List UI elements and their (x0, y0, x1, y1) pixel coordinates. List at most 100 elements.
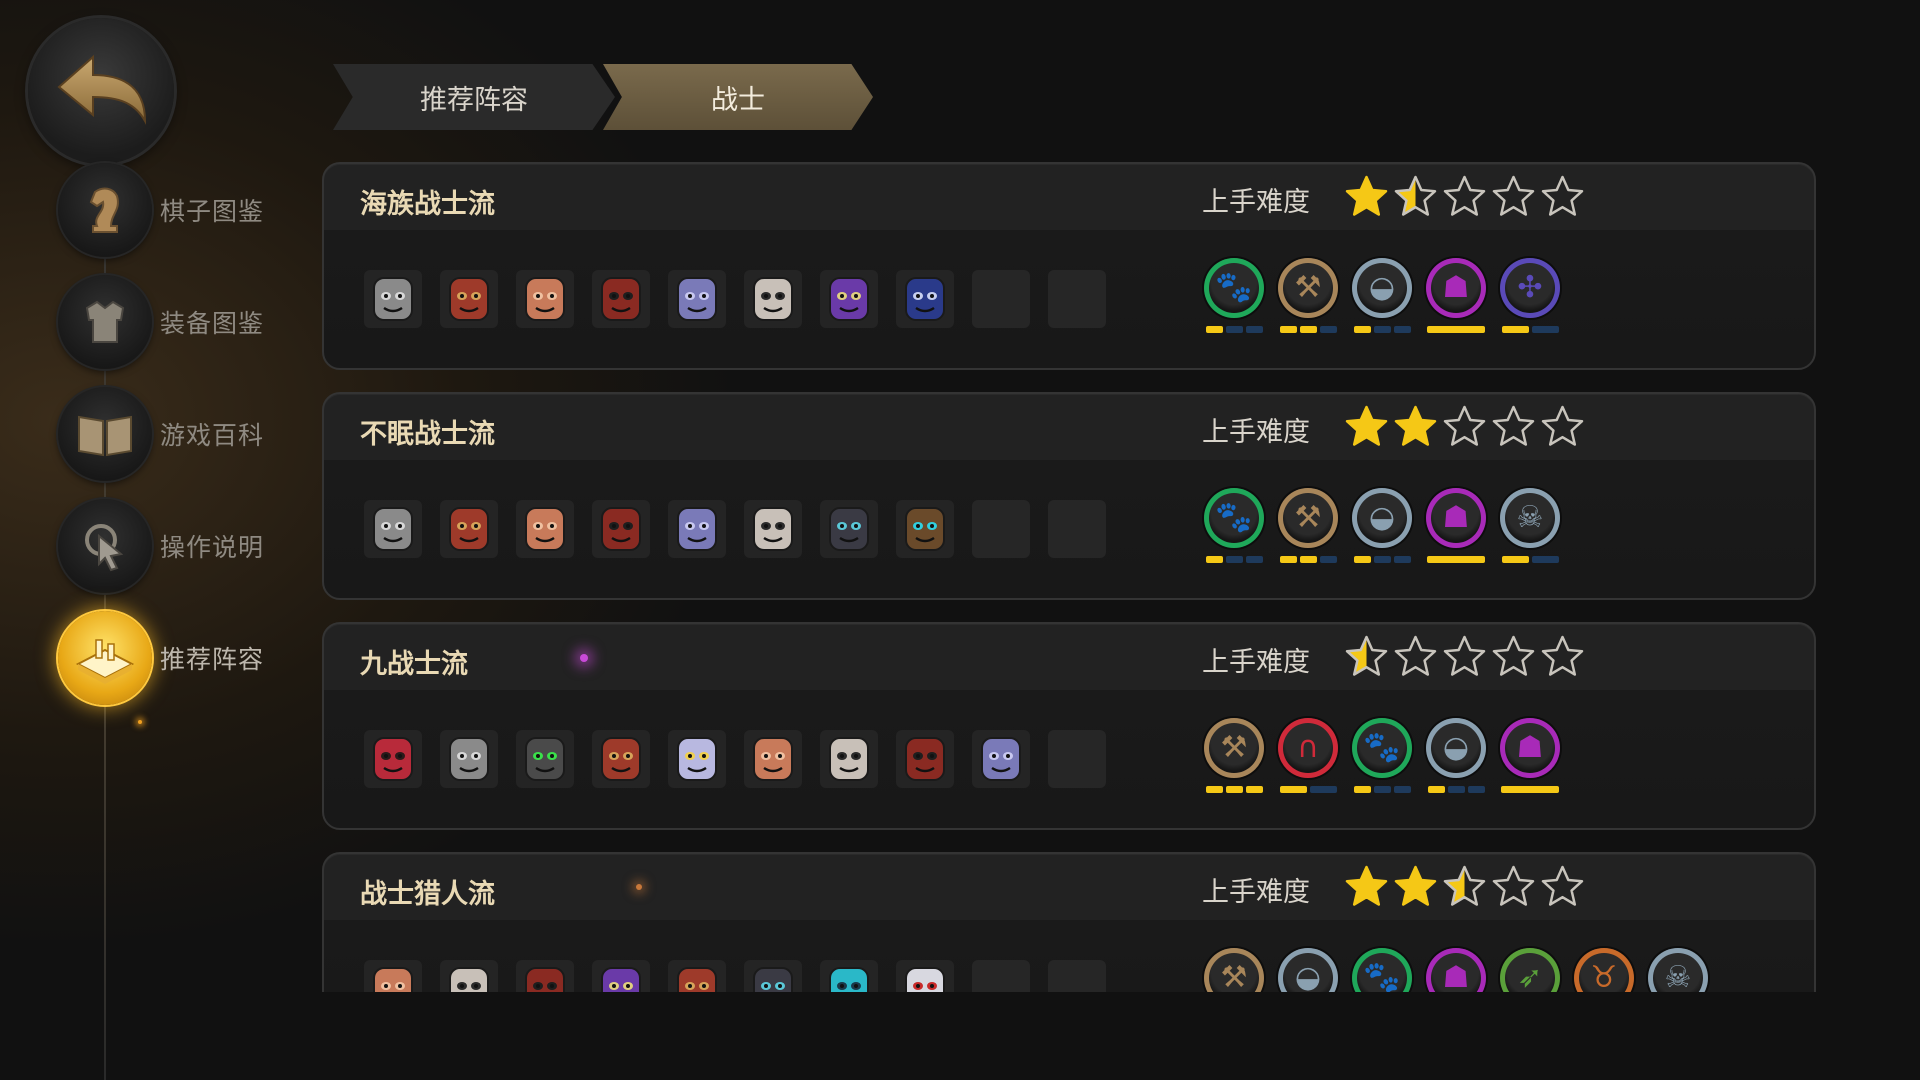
ogre-icon[interactable] (364, 960, 422, 992)
trait[interactable]: ➶ (1500, 948, 1560, 992)
axe-icon: ⚒ (1204, 718, 1264, 778)
trait[interactable]: ⚒ (1278, 488, 1338, 563)
nav-item[interactable]: 操作说明 (58, 498, 298, 594)
demon-icon: ☗ (1500, 718, 1560, 778)
trait-level-pips (1205, 556, 1263, 563)
blue-demon-icon[interactable] (896, 270, 954, 328)
bearded-dwarf-icon[interactable] (668, 960, 726, 992)
pip (1309, 786, 1337, 793)
trait[interactable]: 🐾 (1204, 488, 1264, 563)
pip (1427, 326, 1485, 333)
ogre-icon[interactable] (516, 500, 574, 558)
pirate-captain-icon[interactable] (896, 730, 954, 788)
hooded-assassin-icon[interactable] (820, 500, 878, 558)
cursor-icon (58, 499, 152, 593)
pip (1531, 556, 1559, 563)
trait[interactable]: ☗ (1500, 718, 1560, 793)
trait[interactable]: ☗ (1426, 488, 1486, 563)
pirate-captain-icon[interactable] (516, 960, 574, 992)
trait[interactable]: ⚒ (1204, 718, 1264, 793)
pip (1279, 326, 1297, 333)
bearded-dwarf-icon[interactable] (592, 730, 650, 788)
skull-mask-icon[interactable] (440, 960, 498, 992)
bearded-dwarf-icon[interactable] (440, 270, 498, 328)
lineup-list[interactable]: 海族战士流 上手难度 🐾 ⚒ ◒ ☗ ✣ 不眠战士流 上手难度 🐾 ⚒ ◒ ☗ … (322, 162, 1816, 992)
paw-icon: 🐾 (1352, 948, 1412, 992)
red-demon-icon[interactable] (364, 730, 422, 788)
lineup-card[interactable]: 九战士流 上手难度 ⚒ ∩ 🐾 ◒ ☗ (322, 622, 1816, 830)
trait-row: 🐾 ⚒ ◒ ☗ ☠ (1204, 488, 1560, 563)
purple-robot-icon[interactable] (972, 730, 1030, 788)
difficulty-label: 上手难度 (1202, 877, 1310, 908)
pirate-captain-icon[interactable] (592, 270, 650, 328)
trait-row: ⚒ ◒ 🐾 ☗ ➶ ♉ ☠ (1204, 948, 1708, 992)
lineup-card[interactable]: 战士猎人流 上手难度 ⚒ ◒ 🐾 ☗ ➶ ♉ ☠ (322, 852, 1816, 992)
lineup-title: 九战士流 (360, 649, 468, 680)
breadcrumb-warrior[interactable]: 战士 (603, 64, 873, 130)
trait[interactable]: ◒ (1278, 948, 1338, 992)
skull-icon: ☠ (1648, 948, 1708, 992)
hooded-assassin-icon[interactable] (744, 960, 802, 992)
trait[interactable]: 🐾 (1352, 718, 1412, 793)
ogre-icon[interactable] (516, 270, 574, 328)
trait[interactable]: ☗ (1426, 948, 1486, 992)
axe-icon: ⚒ (1278, 258, 1338, 318)
arch-icon: ∩ (1278, 718, 1338, 778)
trait[interactable]: ⚒ (1278, 258, 1338, 333)
empty-hero-slot (972, 270, 1030, 328)
trait[interactable]: 🐾 (1204, 258, 1264, 333)
white-yeti-icon[interactable] (896, 960, 954, 992)
nav-item[interactable]: 推荐阵容 (58, 610, 298, 706)
knight-helmet-icon[interactable] (364, 270, 422, 328)
nav-item[interactable]: 游戏百科 (58, 386, 298, 482)
trait[interactable]: ☠ (1500, 488, 1560, 563)
hero-row (364, 500, 1106, 558)
trait[interactable]: ◒ (1352, 488, 1412, 563)
nav-item-label: 操作说明 (160, 533, 265, 562)
trait[interactable]: ∩ (1278, 718, 1338, 793)
empty-hero-slot (1048, 270, 1106, 328)
trait-level-pips (1205, 326, 1263, 333)
trait[interactable]: ☠ (1648, 948, 1708, 992)
bearded-dwarf-icon[interactable] (440, 500, 498, 558)
trait-level-pips (1501, 786, 1559, 793)
pip (1205, 326, 1223, 333)
back-button[interactable] (28, 18, 174, 164)
purple-robot-icon[interactable] (668, 270, 726, 328)
trait[interactable]: ♉ (1574, 948, 1634, 992)
empty-hero-slot (1048, 730, 1106, 788)
knight-helmet-icon[interactable] (364, 500, 422, 558)
nav-item[interactable]: 棋子图鉴 (58, 162, 298, 258)
goggles-robot-icon[interactable] (668, 730, 726, 788)
trait[interactable]: ⚒ (1204, 948, 1264, 992)
empty-hero-slot (972, 500, 1030, 558)
lineup-card[interactable]: 海族战士流 上手难度 🐾 ⚒ ◒ ☗ ✣ (322, 162, 1816, 370)
trait[interactable]: 🐾 (1352, 948, 1412, 992)
purple-mage-icon[interactable] (820, 270, 878, 328)
star-empty-icon (1540, 404, 1585, 453)
skull-mask-icon[interactable] (744, 500, 802, 558)
trait-level-pips (1501, 326, 1559, 333)
cyan-robot-icon[interactable] (820, 960, 878, 992)
purple-mage-icon[interactable] (592, 960, 650, 992)
trait[interactable]: ☗ (1426, 258, 1486, 333)
golden-mask-icon[interactable] (896, 500, 954, 558)
trait[interactable]: ◒ (1352, 258, 1412, 333)
skull-mask-icon[interactable] (744, 270, 802, 328)
trait[interactable]: ✣ (1500, 258, 1560, 333)
purple-robot-icon[interactable] (668, 500, 726, 558)
pip (1501, 786, 1559, 793)
skull-mask-icon[interactable] (820, 730, 878, 788)
difficulty-label: 上手难度 (1202, 647, 1310, 678)
nav-item[interactable]: 装备图鉴 (58, 274, 298, 370)
pirate-captain-icon[interactable] (592, 500, 650, 558)
knight-helmet-icon[interactable] (440, 730, 498, 788)
lineup-card[interactable]: 不眠战士流 上手难度 🐾 ⚒ ◒ ☗ ☠ (322, 392, 1816, 600)
trait[interactable]: ◒ (1426, 718, 1486, 793)
ogre-icon[interactable] (744, 730, 802, 788)
star-empty-icon (1491, 174, 1536, 223)
demon-icon: ☗ (1426, 948, 1486, 992)
breadcrumb-recommended-lineups[interactable]: 推荐阵容 (333, 64, 615, 130)
trait-row: 🐾 ⚒ ◒ ☗ ✣ (1204, 258, 1560, 333)
green-orb-icon[interactable] (516, 730, 574, 788)
